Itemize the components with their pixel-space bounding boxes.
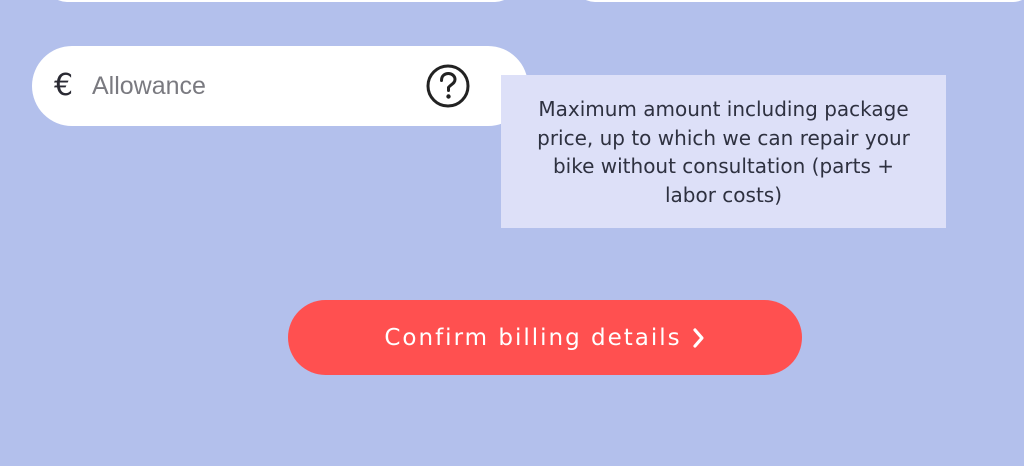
allowance-tooltip: Maximum amount including package price, … <box>501 75 946 228</box>
previous-field-right[interactable] <box>574 0 1024 2</box>
question-circle-icon[interactable] <box>426 64 470 108</box>
chevron-right-icon <box>693 327 704 348</box>
euro-icon: € <box>54 68 74 103</box>
confirm-billing-button[interactable]: Confirm billing details <box>288 300 802 375</box>
allowance-input[interactable] <box>92 66 412 106</box>
allowance-field[interactable]: € <box>32 46 528 126</box>
confirm-billing-label: Confirm billing details <box>384 324 682 351</box>
previous-field-left[interactable] <box>46 0 516 2</box>
